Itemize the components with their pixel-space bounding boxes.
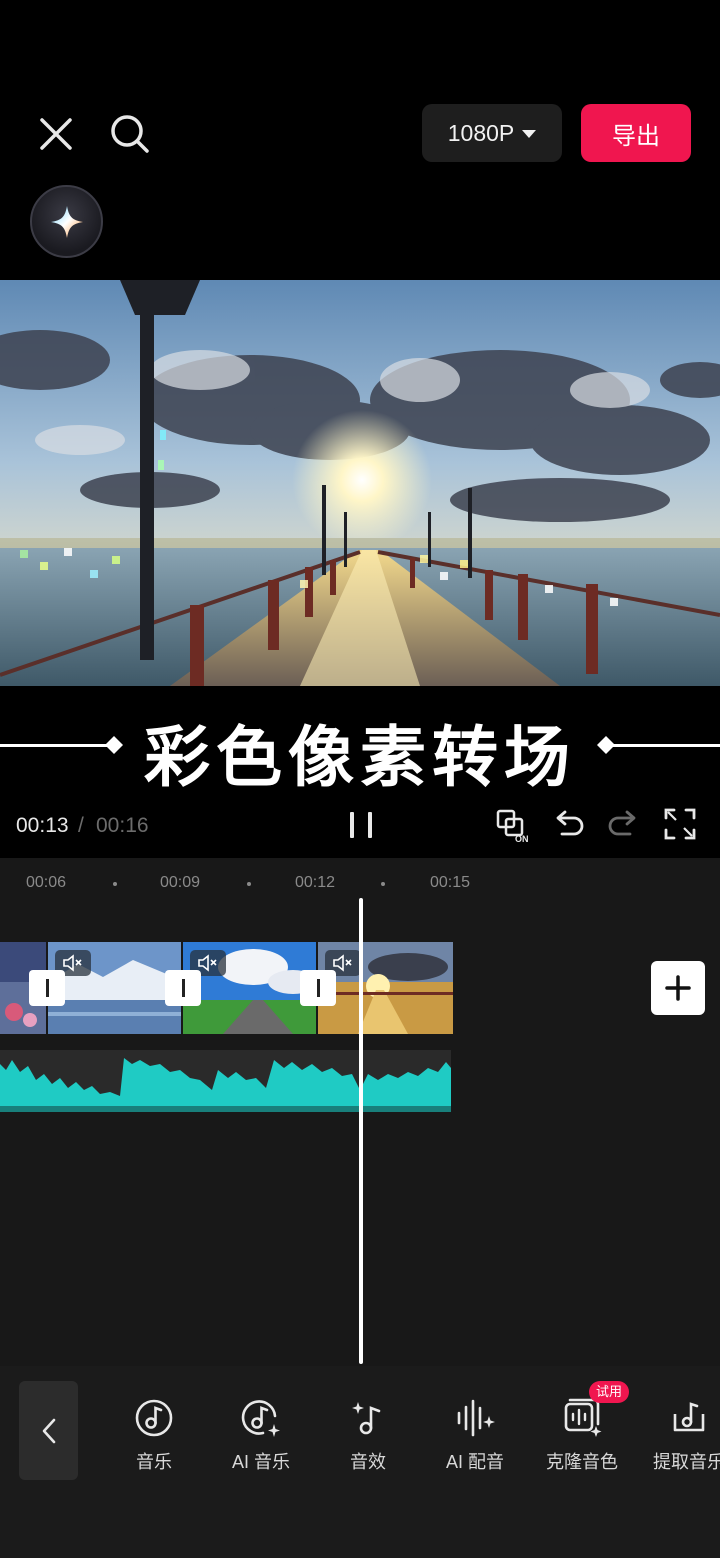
- tool-label: 音乐: [136, 1452, 172, 1472]
- pause-button[interactable]: [344, 806, 378, 844]
- ai-assistant-button[interactable]: [30, 185, 103, 258]
- plus-icon: [665, 975, 691, 1001]
- ai-voice-tool-button[interactable]: AI 配音: [415, 1392, 535, 1482]
- export-button[interactable]: 导出: [581, 104, 691, 162]
- music-tool-button[interactable]: 音乐: [94, 1392, 214, 1482]
- back-button[interactable]: [19, 1381, 78, 1480]
- extract-music-tool-button[interactable]: 提取音乐: [629, 1392, 720, 1482]
- redo-button[interactable]: [604, 804, 644, 844]
- search-icon: [111, 115, 149, 153]
- tool-label: 克隆音色: [546, 1452, 618, 1472]
- trial-badge: 试用: [589, 1381, 630, 1403]
- audio-waveform: [0, 1058, 451, 1112]
- close-button[interactable]: [34, 112, 78, 156]
- tool-label: 提取音乐: [653, 1452, 720, 1472]
- timeline-tick-dot: [247, 882, 251, 886]
- playhead[interactable]: [359, 898, 363, 1364]
- tool-label: AI 音乐: [231, 1452, 290, 1472]
- resolution-label: 1080P: [447, 119, 515, 146]
- undo-button[interactable]: [548, 804, 588, 844]
- pause-icon: [350, 812, 372, 838]
- caret-down-icon: [522, 130, 537, 138]
- preview-frame-image: [0, 280, 720, 686]
- transition-handle[interactable]: [165, 970, 201, 1006]
- total-time: 00:16: [96, 814, 149, 837]
- extract-music-icon: [673, 1402, 705, 1432]
- sound-effect-tool-button[interactable]: 音效: [308, 1392, 428, 1482]
- keyframe-on-icon: ON: [496, 809, 529, 844]
- timeline-tick-dot: [113, 882, 117, 886]
- tool-label: AI 配音: [445, 1452, 504, 1472]
- time-separator: /: [78, 814, 84, 837]
- audio-track[interactable]: [0, 1050, 451, 1112]
- close-icon: [40, 118, 72, 150]
- chevron-left-icon: [42, 1418, 55, 1443]
- sound-effect-icon: [352, 1402, 381, 1435]
- timeline-tick-label: 00:06: [26, 874, 67, 891]
- timeline-tick-label: 00:09: [160, 874, 201, 891]
- resolution-dropdown[interactable]: 1080P: [422, 104, 562, 162]
- fullscreen-button[interactable]: [660, 804, 700, 844]
- voice-clone-tool-button[interactable]: 克隆音色: [522, 1392, 642, 1482]
- current-time: 00:13: [16, 814, 69, 837]
- undo-icon: [556, 810, 584, 836]
- ai-voice-icon: [457, 1399, 495, 1437]
- export-label: 导出: [612, 122, 660, 150]
- video-preview[interactable]: [0, 280, 720, 686]
- ai-music-icon: [241, 1400, 280, 1437]
- sparkle-icon: [50, 205, 83, 238]
- search-button[interactable]: [106, 110, 154, 158]
- timeline-tick-label: 00:15: [430, 874, 471, 891]
- fullscreen-icon: [664, 808, 696, 840]
- add-clip-button[interactable]: [651, 961, 705, 1015]
- redo-icon: [608, 810, 636, 836]
- ai-music-tool-button[interactable]: AI 音乐: [201, 1392, 321, 1482]
- transition-handle[interactable]: [29, 970, 65, 1006]
- timeline-tick-label: 00:12: [295, 874, 336, 891]
- timeline-tick-dot: [381, 882, 385, 886]
- video-caption: 彩色像素转场: [144, 718, 576, 796]
- svg-text:ON: ON: [515, 834, 529, 844]
- transition-handle[interactable]: [300, 970, 336, 1006]
- keyframe-toggle-button[interactable]: ON: [494, 804, 534, 844]
- tool-label: 音效: [350, 1452, 386, 1472]
- music-note-icon: [135, 1399, 173, 1437]
